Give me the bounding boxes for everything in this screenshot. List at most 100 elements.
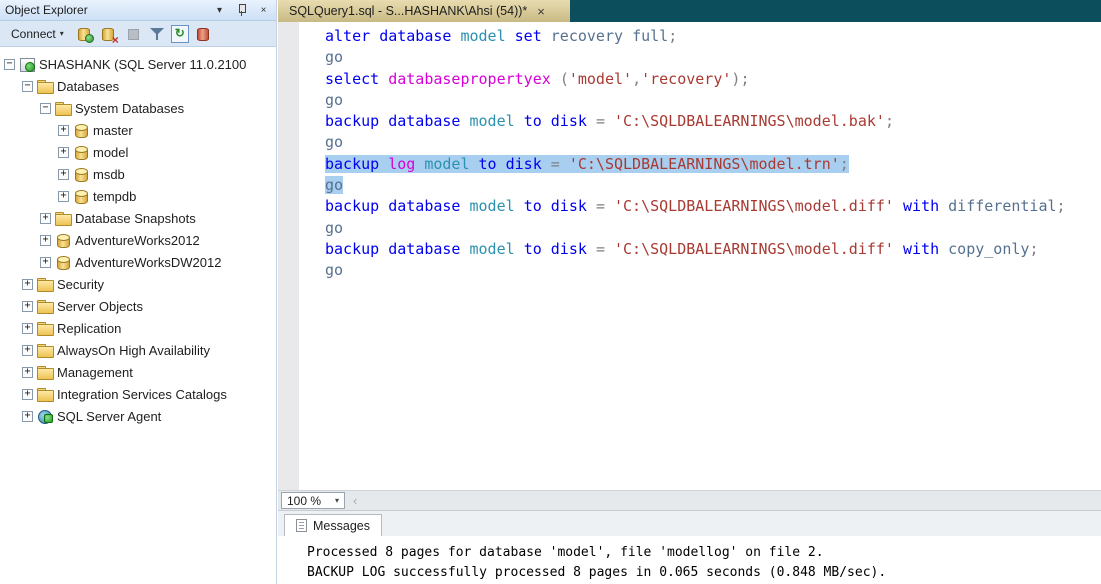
tree-item-msdb[interactable]: + msdb [0,163,276,185]
code-line[interactable]: backup database model to disk = 'C:\SQLD… [299,239,1101,260]
expand-box[interactable]: + [40,235,51,246]
filter-icon[interactable] [147,24,167,44]
document-area: SQLQuery1.sql - S...HASHANK\Ahsi (54))* … [278,0,1101,584]
code-area[interactable]: alter database model set recovery full;g… [299,26,1101,282]
expand-box[interactable]: + [22,345,33,356]
tree-item-label: Management [57,365,133,380]
document-tab-strip: SQLQuery1.sql - S...HASHANK\Ahsi (54))* … [278,0,1101,22]
tree-item-databases[interactable]: −Databases [0,75,276,97]
database-icon [73,122,89,138]
tree-item-server-objects[interactable]: +Server Objects [0,295,276,317]
folder-icon [37,298,53,314]
server-icon [19,56,35,72]
connect-button[interactable]: Connect ▾ [5,24,70,44]
expand-box[interactable]: + [22,279,33,290]
code-line[interactable]: backup database model to disk = 'C:\SQLD… [299,111,1101,132]
zoom-dropdown[interactable]: 100 % ▾ [281,492,345,509]
database-icon [73,144,89,160]
tree-item-replication[interactable]: + Replication [0,317,276,339]
chevron-down-icon: ▾ [60,29,64,38]
expand-box[interactable]: + [58,191,69,202]
document-tab-title: SQLQuery1.sql - S...HASHANK\Ahsi (54))* [289,4,527,18]
expand-box[interactable]: + [22,323,33,334]
oe-toolbar-icons [75,24,213,44]
messages-tab[interactable]: Messages [284,514,382,536]
tree-item-label: AdventureWorksDW2012 [75,255,221,270]
agent-icon [37,408,53,424]
stop-icon[interactable] [123,24,143,44]
tree-item-alwayson-high-availability[interactable]: + AlwaysOn High Availability [0,339,276,361]
connect-database-icon[interactable] [75,24,95,44]
expand-box[interactable]: + [40,213,51,224]
collapse-box[interactable]: − [4,59,15,70]
tree-item-label: Database Snapshots [75,211,196,226]
tab-close-icon[interactable]: × [537,5,545,18]
tree-item-label: AlwaysOn High Availability [57,343,210,358]
ssms-window: Object Explorer ▾ × Connect ▾ −SHASHANK … [0,0,1101,584]
database-icon [55,232,71,248]
expand-box[interactable]: + [22,389,33,400]
tree-item-label: model [93,145,128,160]
tree-item-adventureworks2012[interactable]: + AdventureWorks2012 [0,229,276,251]
tree-item-security[interactable]: +Security [0,273,276,295]
collapse-box[interactable]: − [22,81,33,92]
database-icon [73,188,89,204]
folder-icon [37,342,53,358]
folder-icon [37,364,53,380]
tree-item-shashank-sql-server-11-0-2100[interactable]: −SHASHANK (SQL Server 11.0.2100 [0,53,276,75]
scroll-left-button[interactable]: ‹ [353,494,357,507]
reports-icon[interactable] [193,24,213,44]
expand-box[interactable]: + [58,147,69,158]
code-line[interactable]: select databasepropertyex ('model','reco… [299,69,1101,90]
editor-bottom-bar: 100 % ▾ ‹ [278,490,1101,510]
expand-box[interactable]: + [22,301,33,312]
close-icon[interactable]: × [256,3,271,18]
tree-item-label: Replication [57,321,121,336]
expand-box[interactable]: + [22,411,33,422]
tree-item-database-snapshots[interactable]: + Database Snapshots [0,207,276,229]
code-line[interactable]: go [299,132,1101,153]
window-position-icon[interactable]: ▾ [212,3,227,18]
disconnect-database-icon[interactable] [99,24,119,44]
code-line[interactable]: go [299,90,1101,111]
tree-item-label: System Databases [75,101,184,116]
expand-box[interactable]: + [40,257,51,268]
expand-box[interactable]: + [58,169,69,180]
expand-box[interactable]: + [22,367,33,378]
pin-icon[interactable] [234,3,249,18]
code-line[interactable]: alter database model set recovery full; [299,26,1101,47]
code-line[interactable]: go [299,260,1101,281]
tree-item-integration-services-catalogs[interactable]: +Integration Services Catalogs [0,383,276,405]
tree-item-label: AdventureWorks2012 [75,233,200,248]
tree-item-management[interactable]: + Management [0,361,276,383]
oe-header-icons: ▾ × [212,3,271,18]
query-document-tab[interactable]: SQLQuery1.sql - S...HASHANK\Ahsi (54))* … [278,0,570,22]
code-line[interactable]: backup database model to disk = 'C:\SQLD… [299,196,1101,217]
connect-button-label: Connect [11,27,56,41]
query-editor[interactable]: alter database model set recovery full;g… [278,22,1101,490]
code-line[interactable]: go [299,218,1101,239]
chevron-down-icon: ▾ [330,496,344,505]
tree-item-label: msdb [93,167,125,182]
folder-icon [37,320,53,336]
tree-item-tempdb[interactable]: + tempdb [0,185,276,207]
collapse-box[interactable]: − [40,103,51,114]
code-line[interactable]: go [299,175,1101,196]
expand-box[interactable]: + [58,125,69,136]
tree-item-adventureworksdw2012[interactable]: + AdventureWorksDW2012 [0,251,276,273]
tree-item-sql-server-agent[interactable]: +SQL Server Agent [0,405,276,427]
text-selection: backup log model to disk = 'C:\SQLDBALEA… [325,155,849,173]
object-explorer-panel: Object Explorer ▾ × Connect ▾ −SHASHANK … [0,0,277,584]
code-line[interactable]: backup log model to disk = 'C:\SQLDBALEA… [299,154,1101,175]
tree-item-model[interactable]: + model [0,141,276,163]
tree-item-label: tempdb [93,189,136,204]
pin-glyph [237,4,246,17]
refresh-icon[interactable] [171,25,189,43]
code-line[interactable]: go [299,47,1101,68]
object-explorer-toolbar: Connect ▾ [0,21,276,47]
tree-item-master[interactable]: +master [0,119,276,141]
folder-icon [55,100,71,116]
folder-icon [55,210,71,226]
tree-item-system-databases[interactable]: − System Databases [0,97,276,119]
object-explorer-tree: −SHASHANK (SQL Server 11.0.2100−Database… [0,47,276,427]
